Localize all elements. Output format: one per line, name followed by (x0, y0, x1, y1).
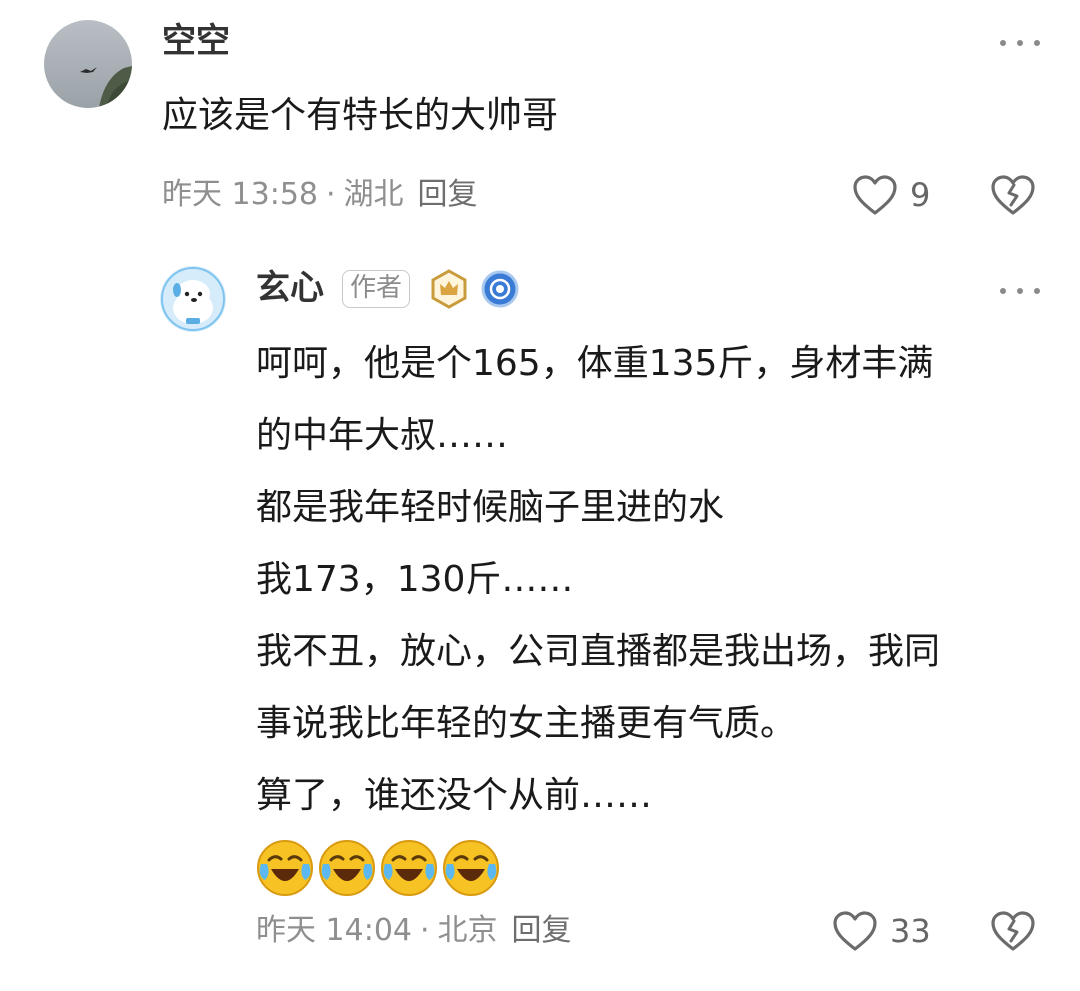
avatar[interactable] (44, 20, 132, 108)
laugh-crying-emoji (257, 840, 313, 896)
reply-line: 算了，谁还没个从前…… (256, 775, 653, 816)
heart-icon (833, 911, 877, 951)
comment-location: 湖北 (343, 177, 404, 212)
separator-dot: · (420, 913, 430, 948)
like-count: 9 (910, 176, 931, 214)
reply-button[interactable]: 回复 (418, 177, 478, 212)
reply-button[interactable]: 回复 (512, 913, 572, 948)
laugh-crying-emoji (381, 840, 437, 896)
more-options-icon[interactable] (1000, 37, 1040, 49)
like-count: 33 (890, 912, 931, 950)
like-button[interactable]: 9 (852, 174, 930, 216)
comment-text: 应该是个有特长的大帅哥 (162, 95, 559, 136)
reply-line: 呵呵，他是个165，体重135斤，身材丰满 (256, 343, 934, 384)
laugh-crying-emoji (443, 840, 499, 896)
reply-time: 昨天 14:04 (256, 913, 412, 948)
author-badge: 作者 (342, 270, 411, 308)
avatar[interactable] (160, 266, 226, 332)
reply-meta: 昨天 14:04 · 北京 回复 (256, 916, 572, 946)
username[interactable]: 空空 (162, 24, 230, 58)
reply-line: 事说我比年轻的女主播更有气质。 (256, 703, 797, 744)
separator-dot: · (326, 177, 336, 212)
comment-time: 昨天 13:58 (162, 177, 318, 212)
emoji-row (255, 838, 501, 898)
broken-heart-icon (991, 911, 1035, 951)
reply-line: 我不丑，放心，公司直播都是我出场，我同 (256, 631, 941, 672)
more-options-icon[interactable] (1000, 285, 1040, 297)
reply-line: 我173，130斤…… (256, 559, 574, 600)
crown-badge-icon[interactable] (430, 269, 468, 313)
username[interactable]: 玄心 (256, 271, 324, 305)
reply-location: 北京 (437, 913, 498, 948)
comment-meta: 昨天 13:58 · 湖北 回复 (162, 180, 478, 210)
heart-icon (853, 175, 897, 215)
like-button[interactable]: 33 (832, 910, 931, 952)
broken-heart-icon (991, 175, 1035, 215)
circle-badge-icon[interactable] (480, 269, 520, 313)
reply-line: 都是我年轻时候脑子里进的水 (256, 487, 725, 528)
laugh-crying-emoji (319, 840, 375, 896)
reply-line: 的中年大叔…… (256, 415, 509, 456)
dislike-button[interactable] (990, 910, 1036, 956)
dislike-button[interactable] (990, 174, 1036, 220)
